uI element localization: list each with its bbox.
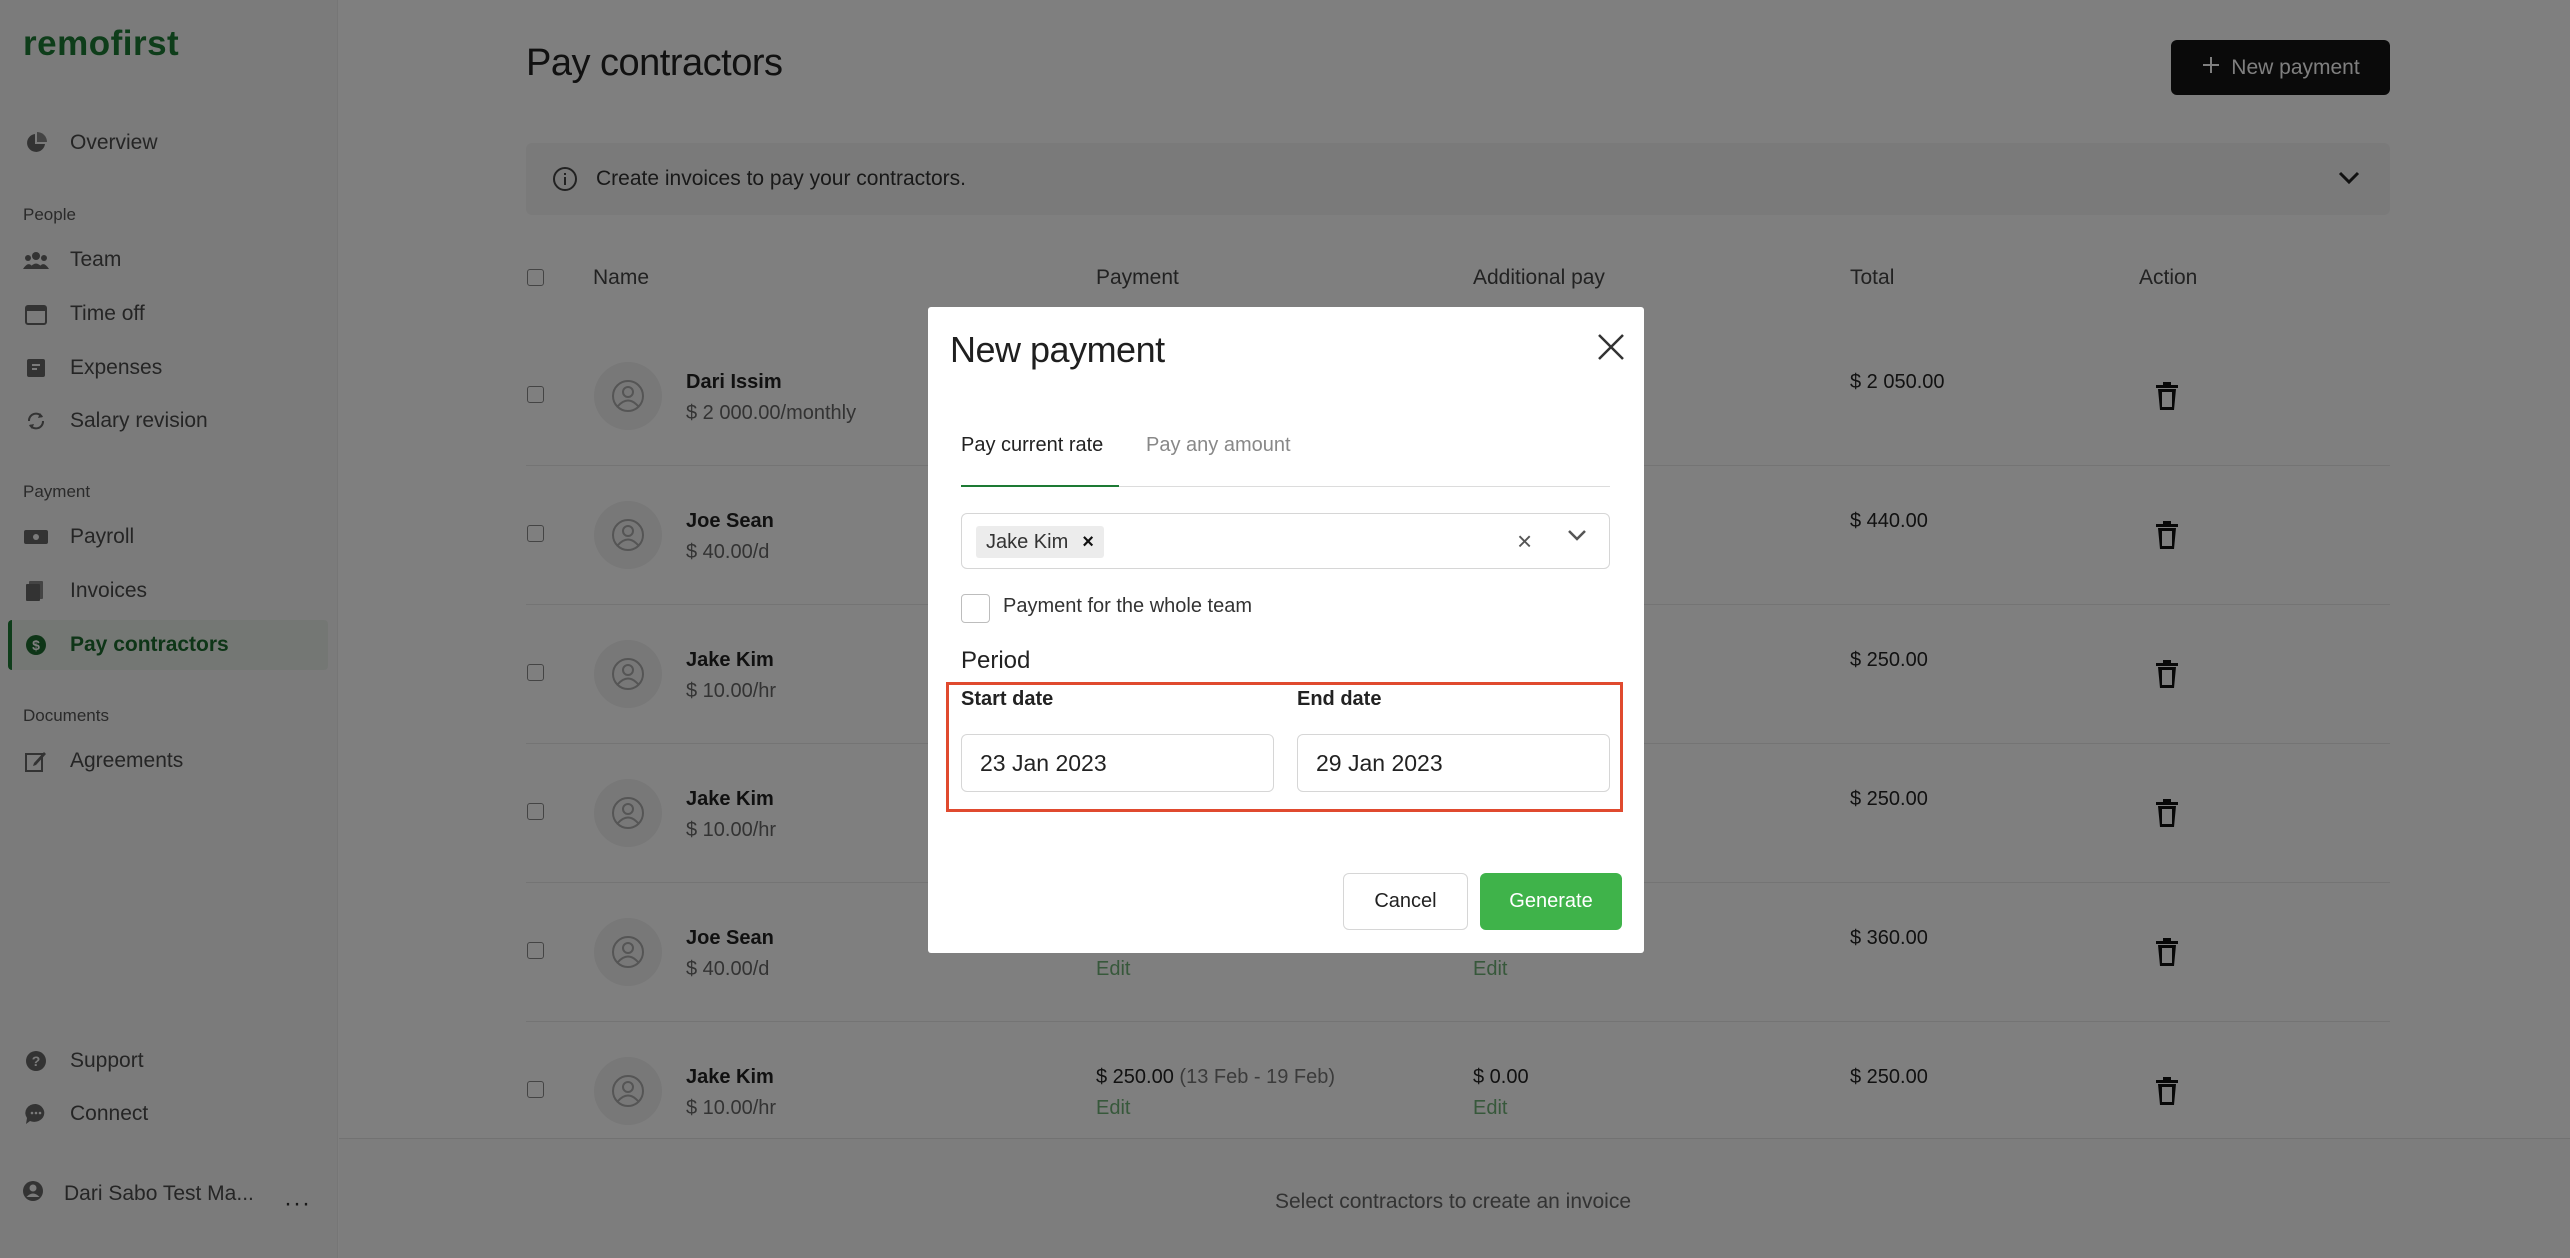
tab-pay-current-rate[interactable]: Pay current rate [961,434,1120,487]
tab-pay-any-amount[interactable]: Pay any amount [1146,434,1291,487]
generate-button[interactable]: Generate [1480,873,1622,930]
chevron-down-icon[interactable] [1567,529,1587,548]
new-payment-modal: New payment Pay current rate Pay any amo… [928,307,1644,953]
start-date-label: Start date [961,688,1054,710]
selected-contractor-chip: Jake Kim × [976,526,1104,558]
chip-remove-icon[interactable]: × [1082,531,1094,554]
chip-label: Jake Kim [986,530,1069,553]
contractor-select[interactable]: Jake Kim × × [961,513,1610,569]
close-icon[interactable] [1591,327,1631,367]
clear-icon[interactable]: × [1517,526,1532,557]
cancel-button[interactable]: Cancel [1343,873,1468,930]
modal-title: New payment [950,329,1165,370]
period-label: Period [961,647,1031,674]
start-date-input[interactable]: 23 Jan 2023 [961,734,1274,792]
end-date-input[interactable]: 29 Jan 2023 [1297,734,1610,792]
whole-team-checkbox[interactable] [961,594,990,623]
payment-tabs: Pay current rate Pay any amount [961,434,1610,487]
end-date-label: End date [1297,688,1382,710]
whole-team-label: Payment for the whole team [1003,595,1253,617]
